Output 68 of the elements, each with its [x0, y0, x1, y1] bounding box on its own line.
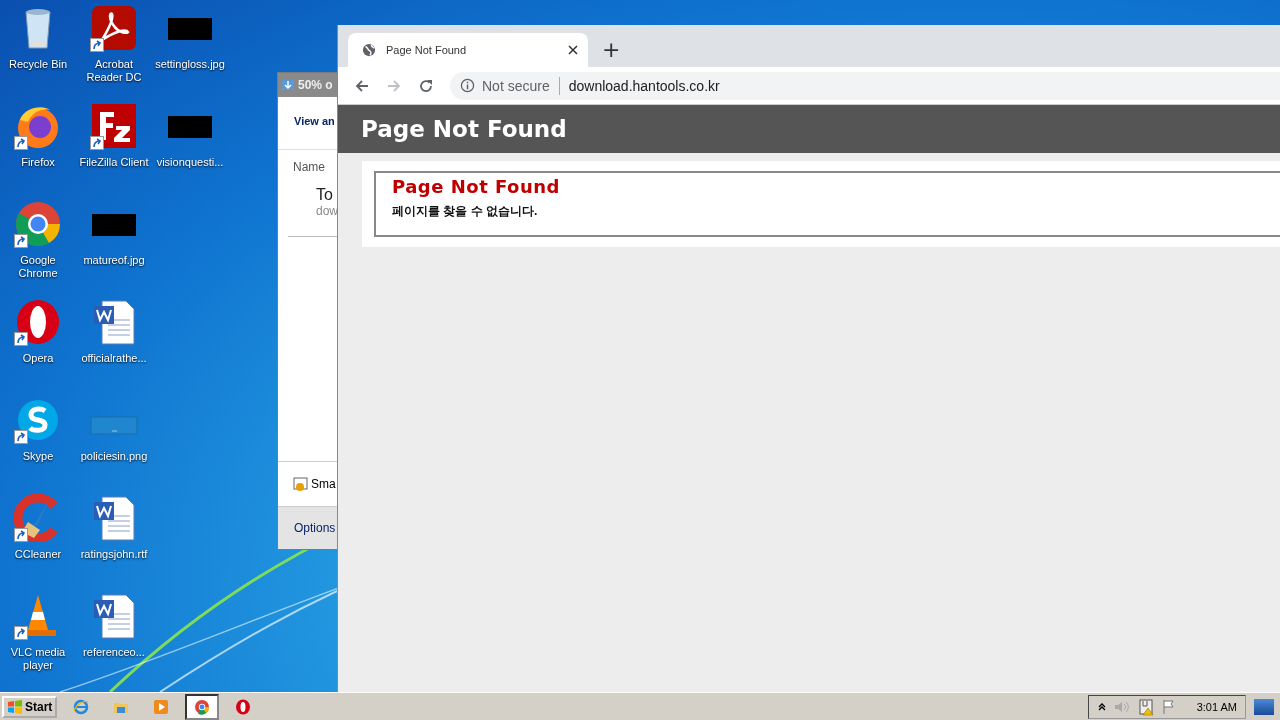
clock[interactable]: 3:01 AM [1196, 700, 1237, 713]
desktop-icon[interactable]: settingloss.jpg [152, 4, 228, 102]
security-label: Not secure [482, 77, 550, 94]
download-icon [281, 78, 295, 92]
reload-icon[interactable] [418, 77, 434, 94]
icon-label: Skype [21, 450, 55, 463]
desktop-icon[interactable]: CCleaner [0, 494, 76, 592]
icon-label: VLC media player [9, 646, 67, 672]
desktop-icon[interactable]: policiesin.png [76, 396, 152, 494]
icon-label: visionquesti... [155, 156, 225, 169]
icon-label: Google Chrome [17, 254, 59, 280]
icon-label: ratingsjohn.rtf [79, 548, 149, 561]
icon-label: matureof.jpg [82, 254, 146, 267]
desktop-icon[interactable]: Firefox [0, 102, 76, 200]
close-icon[interactable] [568, 45, 578, 55]
tab-title: Page Not Found [386, 44, 468, 56]
error-message: 페이지를 찾을 수 없습니다. [392, 203, 539, 220]
icon-label: Firefox [20, 156, 56, 169]
desktop-icon[interactable]: Google Chrome [0, 200, 76, 298]
back-arrow-icon[interactable] [354, 77, 370, 94]
media-player-icon [153, 698, 170, 715]
desktop-icon[interactable]: Skype [0, 396, 76, 494]
icon-label: policiesin.png [79, 450, 149, 463]
item-title: To [316, 186, 334, 204]
windows-logo-icon [7, 698, 23, 715]
icon-label: officialrathe... [80, 352, 148, 365]
error-title: Page Not Found [392, 176, 561, 197]
new-tab-button[interactable]: + [596, 39, 627, 61]
column-header[interactable]: Name [278, 150, 337, 174]
flag-icon[interactable] [1160, 698, 1177, 715]
desktop-icon[interactable]: Opera [0, 298, 76, 396]
show-desktop-button[interactable] [1254, 698, 1274, 715]
icon-label: FileZilla Client [78, 156, 150, 169]
info-icon [460, 78, 475, 93]
opera-icon [14, 298, 62, 346]
icon-label: CCleaner [13, 548, 63, 561]
desktop-icon[interactable]: matureof.jpg [76, 200, 152, 298]
chevron-up-icon[interactable] [1096, 701, 1107, 712]
desktop-icon[interactable]: officialrathe... [76, 298, 152, 396]
image-file-icon [90, 416, 138, 436]
chrome-icon [194, 698, 211, 715]
chrome-icon [14, 200, 62, 248]
icon-label: Opera [21, 352, 55, 365]
desktop-icon[interactable]: FileZilla Client [76, 102, 152, 200]
opera-icon [235, 698, 252, 715]
icon-label: Acrobat Reader DC [85, 58, 143, 84]
globe-icon [362, 43, 376, 57]
browser-tab[interactable]: Page Not Found [348, 33, 588, 67]
desktop-icon[interactable]: ratingsjohn.rtf [76, 494, 152, 592]
start-button[interactable]: Start [2, 695, 58, 718]
page-header-title: Page Not Found [361, 116, 567, 142]
icon-label: referenceo... [82, 646, 146, 659]
network-warning-icon[interactable] [1136, 697, 1155, 716]
address-bar[interactable]: Not secure download.hantools.co.kr [450, 71, 1280, 100]
pdf-reader-icon [90, 4, 138, 52]
icon-label: settingloss.jpg [154, 58, 226, 71]
desktop-icon[interactable]: Acrobat Reader DC [76, 4, 152, 102]
desktop-icon[interactable]: Recycle Bin [0, 4, 76, 102]
internet-explorer-icon [73, 698, 90, 715]
taskbar-button[interactable] [185, 693, 220, 720]
desktop-icon[interactable]: visionquesti... [152, 102, 228, 200]
filezilla-icon [90, 102, 138, 150]
desktop-icon[interactable]: VLC media player [0, 592, 76, 690]
desktop-icon[interactable]: referenceo... [76, 592, 152, 690]
window-title: 50% o [298, 78, 333, 92]
icon-label: Recycle Bin [7, 58, 69, 71]
filter-label: Sma [311, 477, 336, 491]
url-text: download.hantools.co.kr [568, 77, 720, 94]
